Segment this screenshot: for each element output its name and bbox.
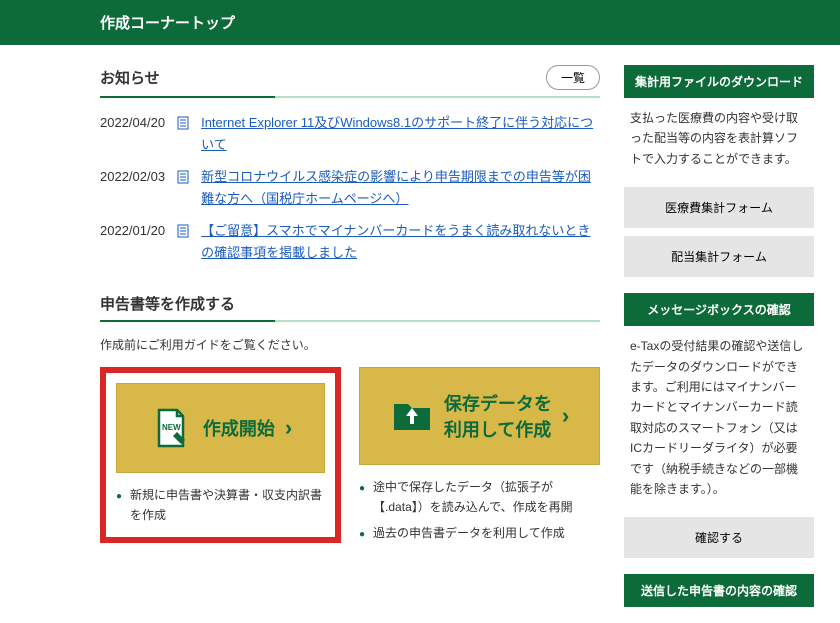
sidebar-download-body: 支払った医療費の内容や受け取った配当等の内容を表計算ソフトで入力することができま… [624, 98, 814, 179]
page-title: 作成コーナートップ [100, 15, 235, 32]
list-item: ●新規に申告書や決算書・収支内訳書を作成 [116, 485, 325, 526]
sidebar-sent: 送信した申告書の内容の確認 [624, 574, 814, 607]
new-bullets: ●新規に申告書や決算書・収支内訳書を作成 [116, 485, 325, 526]
new-file-icon: NEW [149, 406, 193, 450]
notice-header: お知らせ 一覧 [100, 65, 600, 90]
medical-form-button[interactable]: 医療費集計フォーム [624, 187, 814, 228]
sidebar-msgbox-body: e-Taxの受付結果の確認や送信したデータのダウンロードができます。ご利用にはマ… [624, 326, 814, 509]
bullet-text: 過去の申告書データを利用して作成 [373, 523, 565, 543]
dividend-form-button[interactable]: 配当集計フォーム [624, 236, 814, 277]
bullet-icon: ● [116, 488, 122, 526]
bullet-text: 途中で保存したデータ（拡張子が【.data】）を読み込んで、作成を再開 [373, 477, 600, 518]
document-icon [177, 223, 189, 237]
folder-upload-icon [390, 394, 434, 438]
load-data-label: 保存データを 利用して作成 [444, 390, 552, 442]
notice-date: 2022/04/20 [100, 112, 165, 156]
load-bullets: ●途中で保存したデータ（拡張子が【.data】）を読み込んで、作成を再開●過去の… [359, 477, 600, 544]
svg-text:NEW: NEW [162, 423, 181, 432]
create-new-label: 作成開始 [203, 415, 275, 441]
bullet-icon: ● [359, 526, 365, 543]
load-data-button[interactable]: 保存データを 利用して作成 › [359, 367, 600, 465]
notice-heading: お知らせ [100, 67, 160, 88]
notice-date: 2022/02/03 [100, 166, 165, 210]
document-icon [177, 169, 189, 183]
new-column: NEW 作成開始 › ●新規に申告書や決算書・収支内訳書を作成 [100, 367, 341, 552]
divider [100, 320, 600, 322]
page-header: 作成コーナートップ [0, 0, 840, 45]
sidebar-msgbox-title: メッセージボックスの確認 [624, 293, 814, 326]
guide-text: 作成前にご利用ガイドをご覧ください。 [100, 336, 600, 353]
sidebar-download: 集計用ファイルのダウンロード 支払った医療費の内容や受け取った配当等の内容を表計… [624, 65, 814, 277]
sidebar-download-title: 集計用ファイルのダウンロード [624, 65, 814, 98]
main-column: お知らせ 一覧 2022/04/20 Internet Explorer 11及び… [100, 65, 600, 623]
notice-list-button[interactable]: 一覧 [546, 65, 600, 90]
notice-link[interactable]: Internet Explorer 11及びWindows8.1のサポート終了に… [201, 112, 600, 156]
sidebar-msgbox: メッセージボックスの確認 e-Taxの受付結果の確認や送信したデータのダウンロー… [624, 293, 814, 558]
button-columns: NEW 作成開始 › ●新規に申告書や決算書・収支内訳書を作成 保存データを 利… [100, 367, 600, 552]
sidebar-sent-title: 送信した申告書の内容の確認 [624, 574, 814, 607]
notice-link[interactable]: 【ご留意】スマホでマイナンバーカードをうまく読み取れないときの確認事項を掲載しま… [201, 220, 600, 264]
notice-row: 2022/01/20 【ご留意】スマホでマイナンバーカードをうまく読み取れないとき… [100, 220, 600, 264]
list-item: ● 過去の申告書データを利用して作成 [359, 523, 600, 543]
load-column: 保存データを 利用して作成 › ●途中で保存したデータ（拡張子が【.data】）… [359, 367, 600, 552]
main-container: お知らせ 一覧 2022/04/20 Internet Explorer 11及び… [0, 45, 840, 623]
create-heading: 申告書等を作成する [100, 293, 600, 314]
notice-list: 2022/04/20 Internet Explorer 11及びWindows8… [100, 112, 600, 265]
list-item: ●途中で保存したデータ（拡張子が【.data】）を読み込んで、作成を再開 [359, 477, 600, 518]
highlight-box: NEW 作成開始 › ●新規に申告書や決算書・収支内訳書を作成 [100, 367, 341, 544]
bullet-icon: ● [359, 480, 365, 518]
notice-row: 2022/04/20 Internet Explorer 11及びWindows8… [100, 112, 600, 156]
notice-link[interactable]: 新型コロナウイルス感染症の影響により申告期限までの申告等が困難な方へ（国税庁ホー… [201, 166, 600, 210]
notice-date: 2022/01/20 [100, 220, 165, 264]
sidebar: 集計用ファイルのダウンロード 支払った医療費の内容や受け取った配当等の内容を表計… [624, 65, 814, 623]
confirm-button[interactable]: 確認する [624, 517, 814, 558]
create-new-button[interactable]: NEW 作成開始 › [116, 383, 325, 473]
divider [100, 96, 600, 98]
chevron-right-icon: › [285, 415, 292, 441]
document-icon [177, 115, 189, 129]
bullet-text: 新規に申告書や決算書・収支内訳書を作成 [130, 485, 325, 526]
notice-row: 2022/02/03 新型コロナウイルス感染症の影響により申告期限までの申告等が困… [100, 166, 600, 210]
chevron-right-icon: › [562, 403, 569, 429]
